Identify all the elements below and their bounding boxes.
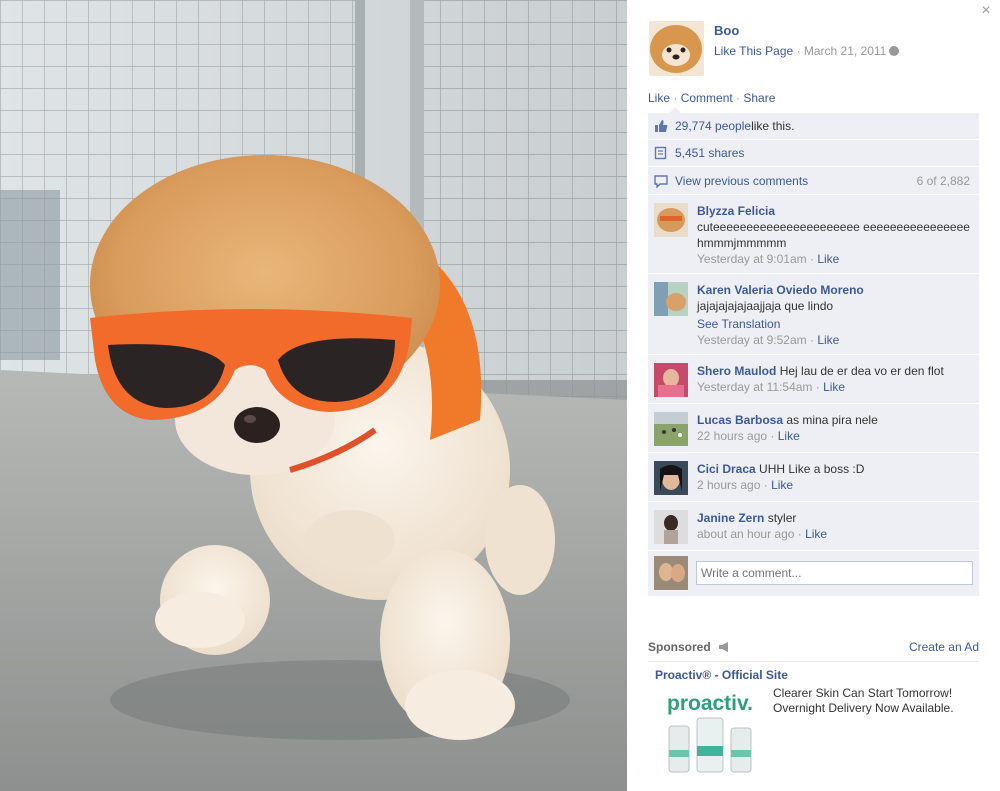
ad-image[interactable]: proactiv. (665, 690, 757, 776)
likes-suffix: like this. (751, 119, 795, 133)
commenter-avatar[interactable] (654, 461, 688, 495)
comment-text: as mina pira nele (786, 413, 878, 427)
photo-sidebar: × Boo Like This Page · March 21, 2011 Li… (627, 0, 1000, 791)
post-date[interactable]: March 21, 2011 (804, 44, 887, 58)
comment-meta-separator: · (806, 333, 818, 347)
comment-item: Lucas Barbosa as mina pira nele 22 hours… (648, 404, 979, 453)
comment-bubble-icon (654, 174, 668, 188)
like-page-link[interactable]: Like This Page (714, 44, 793, 58)
commenter-avatar[interactable] (654, 412, 688, 446)
shares-link[interactable]: 5,451 shares (675, 146, 744, 160)
comment-like-link[interactable]: Like (817, 252, 839, 266)
comment-author-link[interactable]: Janine Zern (697, 511, 764, 525)
comment-timestamp[interactable]: 22 hours ago (697, 429, 767, 443)
sponsored-label: Sponsored (648, 640, 711, 654)
write-comment-row (648, 551, 979, 596)
comment-text: Hej lau de er dea vo er den flot (779, 364, 944, 378)
comment-like-link[interactable]: Like (823, 380, 845, 394)
comment-item: Karen Valeria Oviedo Moreno jajajajajaja… (648, 274, 979, 355)
write-comment-input[interactable] (696, 561, 973, 585)
comment-like-link[interactable]: Like (817, 333, 839, 347)
comment-timestamp[interactable]: about an hour ago (697, 527, 794, 541)
comment-pager-count: 6 of 2,882 (916, 173, 970, 188)
proactiv-logo: proactiv. (667, 692, 753, 715)
owner-name-link[interactable]: Boo (714, 23, 899, 38)
sponsored-header: Sponsored Create an Ad (648, 640, 979, 662)
photo-owner: Boo Like This Page · March 21, 2011 (649, 21, 900, 76)
globe-icon (889, 46, 900, 56)
action-separator: · (732, 91, 744, 105)
commenter-avatar[interactable] (654, 510, 688, 544)
meta-separator: · (793, 44, 804, 58)
view-previous-row: View previous comments 6 of 2,882 (648, 167, 979, 195)
view-previous-comments-link[interactable]: View previous comments (675, 174, 808, 188)
comment-text: jajajajajajaajjaja que lindo (697, 299, 834, 313)
comment-item: Cici Draca UHH Like a boss :D 2 hours ag… (648, 453, 979, 502)
story-actions: Like · Comment · Share (648, 91, 775, 105)
comment-meta-separator: · (806, 252, 818, 266)
commenter-avatar[interactable] (654, 203, 688, 237)
comment-like-link[interactable]: Like (778, 429, 800, 443)
comment-item: Janine Zern styler about an hour ago · L… (648, 502, 979, 551)
comment-timestamp[interactable]: 2 hours ago (697, 478, 760, 492)
ad-body: Clearer Skin Can Start Tomorrow! Overnig… (773, 686, 954, 716)
shares-row: 5,451 shares (648, 140, 979, 167)
comment-meta-separator: · (794, 527, 806, 541)
comment-meta-separator: · (760, 478, 772, 492)
megaphone-icon (719, 642, 729, 652)
share-link[interactable]: Share (743, 91, 775, 105)
comment-item: Shero Maulod Hej lau de er dea vo er den… (648, 355, 979, 404)
comment-author-link[interactable]: Lucas Barbosa (697, 413, 783, 427)
comment-like-link[interactable]: Like (805, 527, 827, 541)
comment-text: cuteeeeeeeeeeeeeeeeeeeeee eeeeeeeeeeeeee… (697, 220, 970, 250)
share-icon (654, 146, 667, 160)
commenter-avatar[interactable] (654, 282, 688, 316)
action-separator: · (670, 91, 681, 105)
ad-line-1: Clearer Skin Can Start Tomorrow! (773, 686, 953, 700)
thumbs-up-icon (655, 120, 668, 132)
close-icon[interactable]: × (978, 3, 994, 19)
comment-meta-separator: · (767, 429, 778, 443)
ad-unit[interactable]: Proactiv® - Official Site proactiv. Clea… (655, 668, 981, 773)
comment-like-link[interactable]: Like (771, 478, 793, 492)
comment-timestamp[interactable]: Yesterday at 9:01am (697, 252, 807, 266)
comment-timestamp[interactable]: Yesterday at 9:52am (697, 333, 807, 347)
comment-text: UHH Like a boss :D (759, 462, 865, 476)
likes-row: 29,774 people like this. (648, 113, 979, 140)
see-translation-link[interactable]: See Translation (697, 316, 780, 332)
likes-count-link[interactable]: 29,774 people (675, 119, 751, 133)
dog-photo (0, 0, 627, 791)
create-ad-link[interactable]: Create an Ad (909, 640, 979, 654)
comment-item: Blyzza Felicia cuteeeeeeeeeeeeeeeeeeeeee… (648, 195, 979, 274)
comment-author-link[interactable]: Shero Maulod (697, 364, 776, 378)
comment-author-link[interactable]: Blyzza Felicia (697, 204, 775, 218)
ad-line-2: Overnight Delivery Now Available. (773, 701, 954, 715)
owner-avatar[interactable] (649, 21, 704, 76)
feedback-box: 29,774 people like this. 5,451 shares Vi… (648, 113, 979, 596)
commenter-avatar[interactable] (654, 363, 688, 397)
viewer-avatar (654, 556, 688, 590)
comment-link[interactable]: Comment (681, 91, 733, 105)
comment-text: styler (767, 511, 797, 525)
photo-stage[interactable] (0, 0, 627, 791)
comment-author-link[interactable]: Cici Draca (697, 462, 756, 476)
comment-meta-separator: · (812, 380, 824, 394)
like-link[interactable]: Like (648, 91, 670, 105)
ad-title-link[interactable]: Proactiv® - Official Site (655, 668, 981, 682)
comment-author-link[interactable]: Karen Valeria Oviedo Moreno (697, 283, 864, 297)
comment-timestamp[interactable]: Yesterday at 11:54am (697, 380, 812, 394)
